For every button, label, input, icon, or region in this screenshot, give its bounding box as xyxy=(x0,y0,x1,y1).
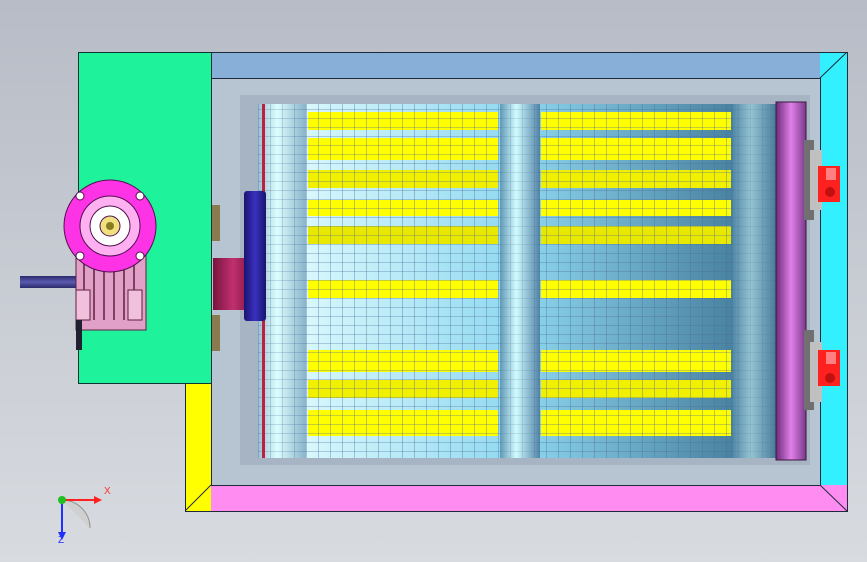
motor-icon[interactable] xyxy=(60,170,170,360)
axis-triad-icon: X Z xyxy=(50,480,120,550)
axis-x-label: X xyxy=(104,486,111,497)
drum-assembly[interactable] xyxy=(258,100,818,462)
bearing-icon[interactable] xyxy=(804,140,840,220)
bearing-icon[interactable] xyxy=(804,330,840,410)
coupling-hub[interactable] xyxy=(244,191,266,321)
bearing-assembly[interactable] xyxy=(800,130,850,420)
axis-z-label: Z xyxy=(58,535,65,546)
